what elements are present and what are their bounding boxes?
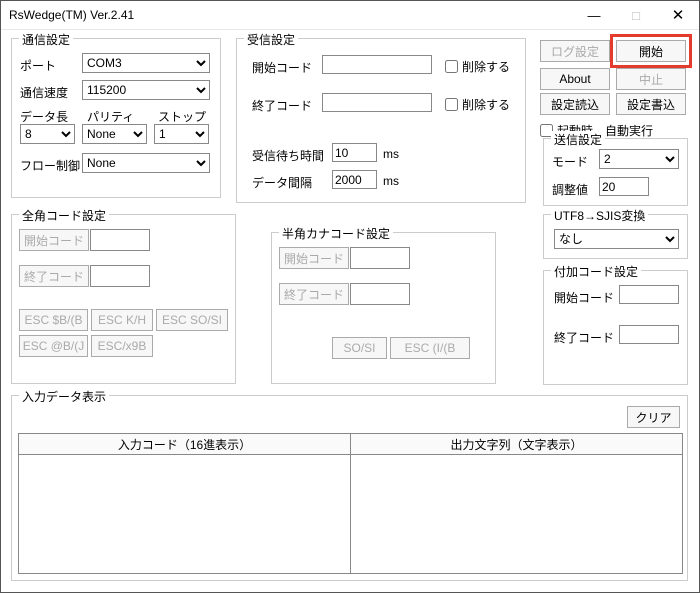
app-window: RsWedge(TM) Ver.2.41 — □ ✕ 通信設定 ポート COM3… — [0, 0, 700, 593]
group-zenkaku-legend: 全角コード設定 — [19, 207, 109, 224]
baud-label: 通信速度 — [20, 84, 68, 101]
zen-b5-button: ESC/x9B — [91, 335, 153, 357]
han-end-button: 終了コード — [279, 283, 349, 305]
stop-label: ストップ — [158, 108, 206, 125]
data-select[interactable]: 8 — [20, 124, 75, 144]
group-send: 送信設定 モード 2 調整値 — [543, 138, 688, 206]
stop-select[interactable]: 1 — [154, 124, 209, 144]
han-end-input[interactable] — [350, 283, 410, 305]
zen-b3-button: ESC SO/SI — [156, 309, 228, 331]
group-display-legend: 入力データ表示 — [19, 388, 109, 405]
addc-end-input[interactable] — [619, 325, 679, 344]
log-button: ログ設定 — [540, 40, 610, 62]
recv-end-label: 終了コード — [252, 97, 312, 114]
disp-col2-body[interactable] — [350, 454, 683, 574]
recv-start-input[interactable] — [322, 55, 432, 74]
send-adj-input[interactable] — [599, 177, 649, 196]
flow-select[interactable]: None — [82, 153, 210, 173]
recv-interval-unit: ms — [383, 174, 399, 188]
parity-label: パリティ — [87, 108, 134, 125]
loadcfg-button[interactable]: 設定読込 — [540, 93, 610, 115]
group-utf8: UTF8→SJIS変換 なし — [543, 214, 688, 259]
group-comm-legend: 通信設定 — [19, 31, 73, 48]
disp-col1-body[interactable] — [18, 454, 351, 574]
clear-button[interactable]: クリア — [627, 406, 680, 428]
send-adj-label: 調整値 — [552, 181, 588, 198]
zen-start-input[interactable] — [90, 229, 150, 251]
recv-start-label: 開始コード — [252, 59, 312, 76]
data-label: データ長 — [20, 108, 68, 125]
group-utf8-legend: UTF8→SJIS変換 — [551, 207, 648, 224]
savecfg-button[interactable]: 設定書込 — [616, 93, 686, 115]
window-buttons: — □ ✕ — [573, 1, 699, 29]
recv-end-input[interactable] — [322, 93, 432, 112]
han-start-button: 開始コード — [279, 247, 349, 269]
minimize-button[interactable]: — — [573, 1, 615, 29]
recv-wait-label: 受信待ち時間 — [252, 147, 324, 164]
zen-end-input[interactable] — [90, 265, 150, 287]
han-b1-button: SO/SI — [332, 337, 387, 359]
maximize-button: □ — [615, 1, 657, 29]
recv-del1-check[interactable]: 削除する — [445, 58, 510, 75]
recv-interval-input[interactable] — [332, 170, 377, 189]
zen-b1-button: ESC $B/(B — [19, 309, 88, 331]
group-recv: 受信設定 開始コード 削除する 終了コード 削除する 受信待ち時間 ms データ… — [236, 38, 526, 203]
zen-b2-button: ESC K/H — [91, 309, 153, 331]
recv-wait-unit: ms — [383, 147, 399, 161]
zen-end-button: 終了コード — [19, 265, 89, 287]
group-addcode: 付加コード設定 開始コード 終了コード — [543, 270, 688, 385]
window-title: RsWedge(TM) Ver.2.41 — [9, 8, 573, 22]
close-button[interactable]: ✕ — [657, 1, 699, 29]
group-zenkaku: 全角コード設定 開始コード 終了コード ESC $B/(B ESC K/H ES… — [11, 214, 236, 384]
group-hankaku: 半角カナコード設定 開始コード 終了コード SO/SI ESC (I/(B — [271, 232, 496, 384]
recv-wait-input[interactable] — [332, 143, 377, 162]
client-area: 通信設定 ポート COM3 通信速度 115200 データ長 パリティ ストップ… — [1, 30, 699, 42]
group-hankaku-legend: 半角カナコード設定 — [279, 225, 393, 242]
han-start-input[interactable] — [350, 247, 410, 269]
group-recv-legend: 受信設定 — [244, 31, 298, 48]
disp-col2-header: 出力文字列（文字表示） — [350, 433, 683, 455]
addc-start-input[interactable] — [619, 285, 679, 304]
zen-b4-button: ESC @B/(J — [19, 335, 88, 357]
disp-col1-header: 入力コード（16進表示） — [18, 433, 351, 455]
baud-select[interactable]: 115200 — [82, 80, 210, 100]
titlebar: RsWedge(TM) Ver.2.41 — □ ✕ — [1, 1, 699, 30]
send-mode-label: モード — [552, 153, 588, 170]
group-comm: 通信設定 ポート COM3 通信速度 115200 データ長 パリティ ストップ… — [11, 38, 221, 198]
send-mode-select[interactable]: 2 — [599, 149, 679, 169]
start-button[interactable]: 開始 — [616, 40, 686, 62]
about-button[interactable]: About — [540, 68, 610, 90]
flow-label: フロー制御 — [20, 157, 80, 174]
group-display: 入力データ表示 クリア 入力コード（16進表示） 出力文字列（文字表示） — [11, 395, 688, 581]
zen-start-button: 開始コード — [19, 229, 89, 251]
recv-del2-check[interactable]: 削除する — [445, 96, 510, 113]
stop-button: 中止 — [616, 68, 686, 90]
port-label: ポート — [20, 57, 56, 74]
utf8-select[interactable]: なし — [554, 229, 679, 249]
addc-start-label: 開始コード — [554, 289, 614, 306]
addc-end-label: 終了コード — [554, 329, 614, 346]
recv-interval-label: データ間隔 — [252, 174, 312, 191]
han-b2-button: ESC (I/(B — [390, 337, 470, 359]
group-send-legend: 送信設定 — [551, 131, 605, 148]
parity-select[interactable]: None — [82, 124, 147, 144]
group-addcode-legend: 付加コード設定 — [551, 263, 641, 280]
port-select[interactable]: COM3 — [82, 53, 210, 73]
